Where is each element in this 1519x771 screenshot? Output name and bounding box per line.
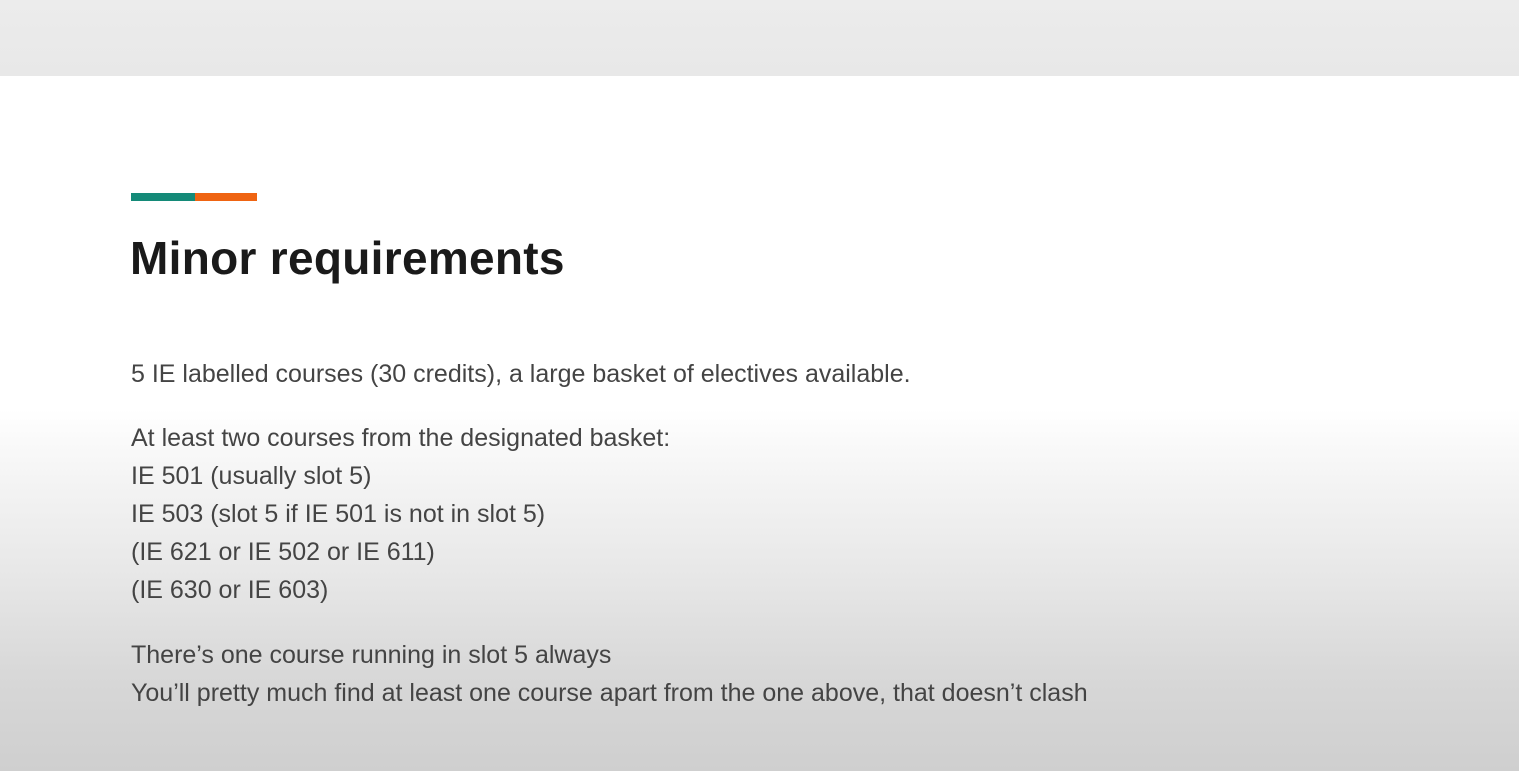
slot-notes: There’s one course running in slot 5 alw… xyxy=(131,636,1088,712)
basket-item: IE 501 (usually slot 5) xyxy=(131,462,372,490)
basket-item: (IE 630 or IE 603) xyxy=(131,576,329,604)
basket-heading: At least two courses from the designated… xyxy=(131,424,671,452)
designated-basket-list: At least two courses from the designated… xyxy=(131,419,670,609)
slot-note: There’s one course running in slot 5 alw… xyxy=(131,641,612,669)
slide-title: Minor requirements xyxy=(130,232,565,284)
top-bar xyxy=(0,0,1519,76)
accent-orange-segment xyxy=(195,193,257,201)
basket-item: (IE 621 or IE 502 or IE 611) xyxy=(131,538,435,566)
accent-teal-segment xyxy=(131,193,195,201)
requirements-summary: 5 IE labelled courses (30 credits), a la… xyxy=(131,360,911,388)
slot-note: You’ll pretty much find at least one cou… xyxy=(131,679,1088,707)
title-accent-bar xyxy=(131,193,257,201)
basket-item: IE 503 (slot 5 if IE 501 is not in slot … xyxy=(131,500,546,528)
